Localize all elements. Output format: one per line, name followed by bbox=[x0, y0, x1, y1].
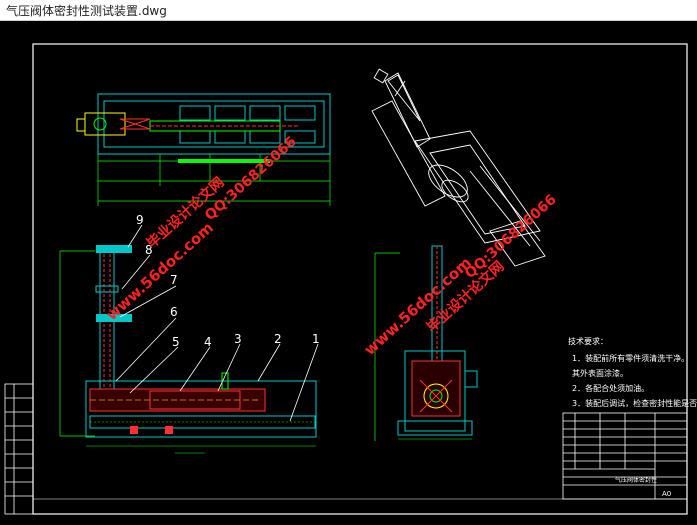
title-bar: 气压阀体密封性测试装置.dwg bbox=[0, 0, 697, 21]
part-label-5: 5 bbox=[172, 335, 180, 349]
title-block bbox=[562, 412, 688, 500]
front-view bbox=[59, 245, 317, 454]
part-label-9: 9 bbox=[136, 213, 144, 227]
part-label-6: 6 bbox=[170, 305, 178, 319]
tech-req-line-2: 其外表面涂漆。 bbox=[572, 368, 628, 378]
left-tab-block bbox=[4, 383, 34, 515]
window-title: 气压阀体密封性测试装置.dwg bbox=[6, 4, 167, 18]
tech-req-line-4: 3．装配后调试，检查密封性能是否合格。 bbox=[572, 398, 697, 408]
tech-req-heading: 技术要求： bbox=[568, 336, 608, 346]
title-block-text: 气压阀体密封性 A0 bbox=[615, 476, 671, 498]
tech-req-line-1: 1．装配前所有零件须清洗干净。 bbox=[572, 353, 689, 363]
part-label-2: 2 bbox=[274, 332, 282, 346]
part-label-3: 3 bbox=[234, 332, 242, 346]
drawing-frame bbox=[32, 43, 688, 515]
part-label-4: 4 bbox=[204, 335, 212, 349]
cad-drawing: 1 2 3 4 5 6 7 8 9 技术要求： 1．装配前所有零件须清洗干净。 … bbox=[4, 43, 697, 515]
title-block-sheet: A0 bbox=[662, 490, 671, 498]
tech-req-line-3: 2．各配合处须加油。 bbox=[572, 383, 649, 393]
title-block-name: 气压阀体密封性 bbox=[615, 476, 657, 484]
part-label-7: 7 bbox=[170, 273, 178, 287]
drawing-canvas[interactable]: 1 2 3 4 5 6 7 8 9 技术要求： 1．装配前所有零件须清洗干净。 … bbox=[0, 21, 697, 521]
watermark-right: www.56doc.com 毕业设计论文网 QQ:306826066 bbox=[361, 192, 560, 359]
technical-requirements: 技术要求： 1．装配前所有零件须清洗干净。 其外表面涂漆。 2．各配合处须加油。… bbox=[568, 336, 697, 408]
part-label-1: 1 bbox=[312, 332, 320, 346]
